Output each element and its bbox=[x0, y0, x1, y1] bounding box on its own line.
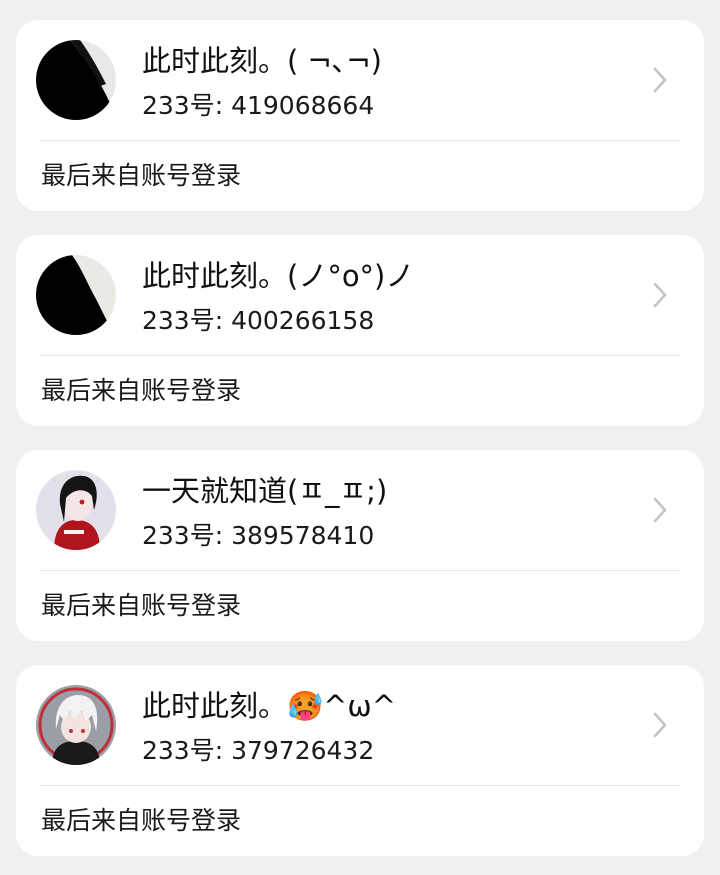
divider bbox=[40, 355, 680, 356]
divider bbox=[40, 140, 680, 141]
account-list: 此时此刻。( ¬､¬) 233号: 419068664 最后来自账号登录 此时此… bbox=[0, 0, 720, 875]
chevron-right-icon[interactable] bbox=[650, 66, 670, 94]
account-id: 233号: 400266158 bbox=[142, 306, 375, 335]
chevron-right-icon[interactable] bbox=[650, 281, 670, 309]
avatar bbox=[36, 685, 116, 765]
login-method-note: 最后来自账号登录 bbox=[41, 806, 242, 835]
avatar bbox=[36, 470, 116, 550]
login-method-note: 最后来自账号登录 bbox=[41, 591, 242, 620]
black-white-split-avatar-icon bbox=[36, 40, 116, 120]
login-method-note: 最后来自账号登录 bbox=[41, 376, 242, 405]
account-id: 233号: 419068664 bbox=[142, 91, 375, 120]
divider bbox=[40, 785, 680, 786]
account-header[interactable]: 此时此刻。( ¬､¬) 233号: 419068664 bbox=[16, 20, 704, 140]
chevron-right-icon[interactable] bbox=[650, 496, 670, 524]
account-card-3[interactable]: 一天就知道(ㅍ_ㅍ;) 233号: 389578410 最后来自账号登录 bbox=[16, 450, 704, 641]
account-header[interactable]: 此时此刻。(ノ°ο°)ノ 233号: 400266158 bbox=[16, 235, 704, 355]
avatar bbox=[36, 255, 116, 335]
account-nickname: 此时此刻。🥵^ω^ bbox=[142, 689, 396, 723]
account-card-1[interactable]: 此时此刻。( ¬､¬) 233号: 419068664 最后来自账号登录 bbox=[16, 20, 704, 211]
avatar bbox=[36, 40, 116, 120]
anime-character-red-hoodie-avatar-icon bbox=[36, 470, 116, 550]
account-id: 233号: 389578410 bbox=[142, 521, 375, 550]
divider bbox=[40, 570, 680, 571]
account-card-4[interactable]: 此时此刻。🥵^ω^ 233号: 379726432 最后来自账号登录 bbox=[16, 665, 704, 856]
account-header[interactable]: 此时此刻。🥵^ω^ 233号: 379726432 bbox=[16, 665, 704, 785]
anime-character-white-hair-avatar-icon bbox=[36, 685, 116, 765]
account-nickname: 一天就知道(ㅍ_ㅍ;) bbox=[142, 474, 388, 508]
account-header[interactable]: 一天就知道(ㅍ_ㅍ;) 233号: 389578410 bbox=[16, 450, 704, 570]
login-method-note: 最后来自账号登录 bbox=[41, 161, 242, 190]
black-white-split-avatar-icon bbox=[36, 255, 116, 335]
account-id: 233号: 379726432 bbox=[142, 736, 375, 765]
account-card-2[interactable]: 此时此刻。(ノ°ο°)ノ 233号: 400266158 最后来自账号登录 bbox=[16, 235, 704, 426]
chevron-right-icon[interactable] bbox=[650, 711, 670, 739]
account-nickname: 此时此刻。(ノ°ο°)ノ bbox=[142, 259, 415, 293]
account-nickname: 此时此刻。( ¬､¬) bbox=[142, 44, 382, 78]
